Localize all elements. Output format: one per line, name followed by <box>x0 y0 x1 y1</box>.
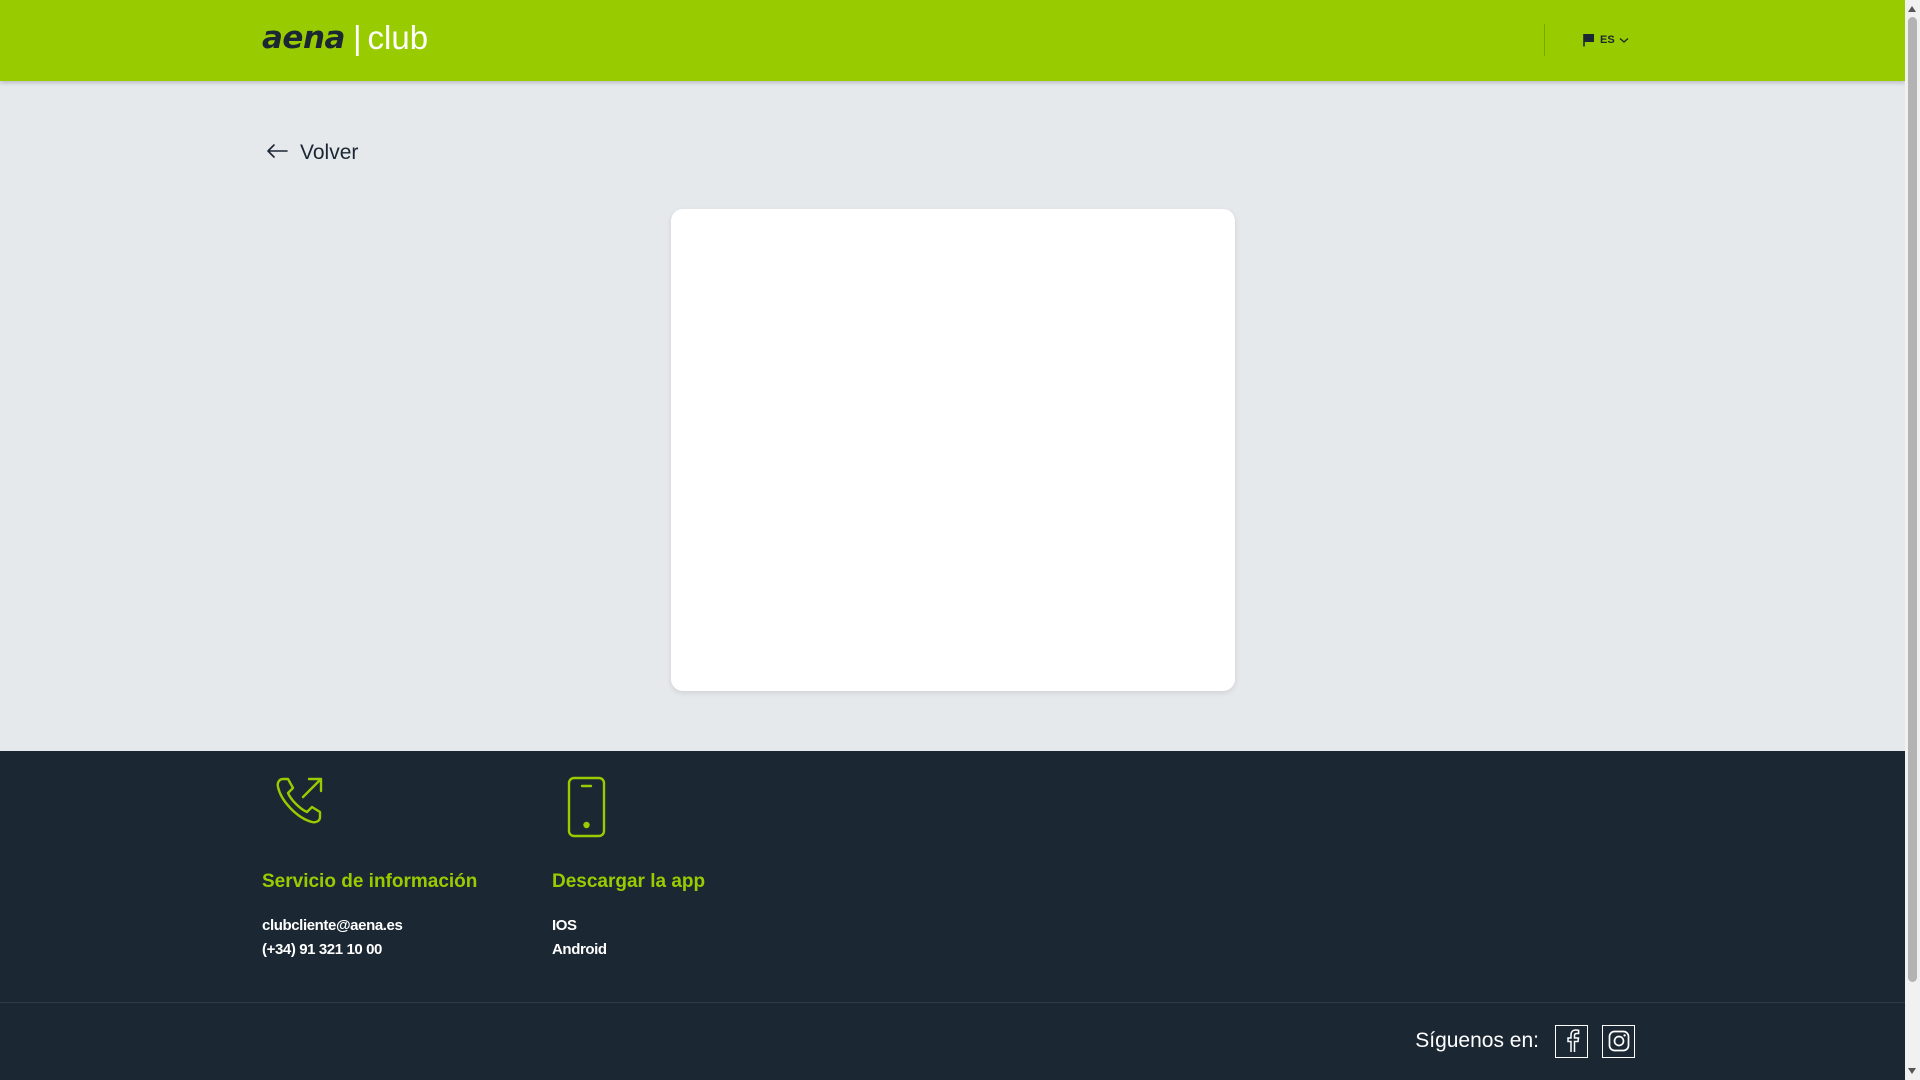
facebook-icon[interactable] <box>1555 1024 1588 1058</box>
download-app-title: Descargar la app <box>552 871 706 892</box>
logo-brand: aena <box>262 20 345 56</box>
ios-link[interactable]: IOS <box>552 917 577 934</box>
language-selector[interactable]: ES <box>1583 30 1629 50</box>
scroll-thumb[interactable] <box>1908 17 1917 982</box>
back-label: Volver <box>300 141 359 164</box>
android-link[interactable]: Android <box>552 941 607 958</box>
content-card <box>671 209 1235 691</box>
aena-club-logo[interactable]: aena | club <box>262 18 428 58</box>
flag-icon <box>1583 33 1596 47</box>
header-divider <box>1544 24 1545 56</box>
social-links: Síguenos en: <box>1415 1024 1635 1058</box>
info-phone-link[interactable]: (+34) 91 321 10 00 <box>262 941 382 958</box>
logo-product: club <box>367 19 429 56</box>
scroll-down-arrow-icon[interactable] <box>1908 1068 1916 1074</box>
top-header: aena | club ES <box>0 0 1905 81</box>
arrow-left-icon <box>266 143 288 164</box>
back-link[interactable]: Volver <box>266 140 358 166</box>
info-email-link[interactable]: clubcliente@aena.es <box>262 917 403 934</box>
follow-us-label: Síguenos en: <box>1415 1029 1539 1052</box>
instagram-icon[interactable] <box>1602 1024 1635 1058</box>
scroll-up-arrow-icon[interactable] <box>1908 6 1916 12</box>
info-service-title: Servicio de información <box>262 871 478 892</box>
smartphone-icon <box>567 776 607 843</box>
language-label: ES <box>1600 34 1615 46</box>
chevron-down-icon <box>1619 37 1629 44</box>
page-scrollbar[interactable] <box>1905 0 1920 1080</box>
logo-separator: | <box>352 19 362 56</box>
footer-divider <box>0 1002 1905 1003</box>
phone-outgoing-icon <box>272 773 328 834</box>
site-footer: Servicio de información clubcliente@aena… <box>0 751 1905 1080</box>
